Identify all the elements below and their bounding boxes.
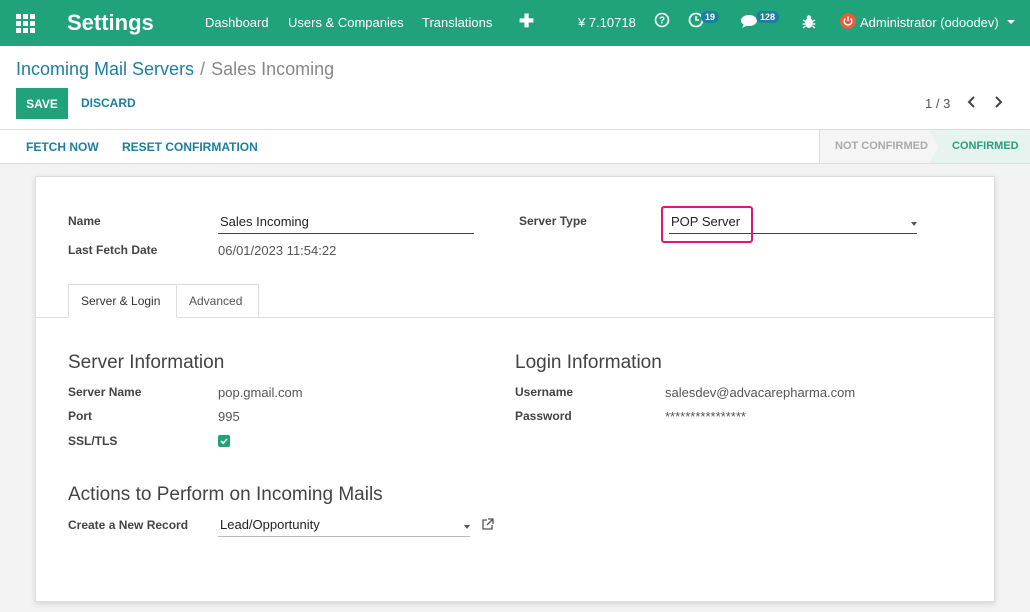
status-bar: FETCH NOW RESET CONFIRMATION NOT CONFIRM… [0, 129, 1030, 164]
stage-not-confirmed[interactable]: NOT CONFIRMED [819, 130, 929, 163]
last-fetch-value: 06/01/2023 11:54:22 [218, 243, 337, 258]
messages-badge: 128 [756, 11, 780, 23]
server-type-label: Server Type [519, 214, 587, 228]
form-sheet: Name Sales Incoming Last Fetch Date 06/0… [35, 176, 995, 602]
username-value[interactable]: salesdev@advacarepharma.com [665, 385, 855, 400]
password-value[interactable]: **************** [665, 409, 746, 424]
debug-bug-icon[interactable] [802, 14, 816, 32]
control-panel: Incoming Mail Servers / Sales Incoming SAV… [0, 46, 1030, 130]
breadcrumb-parent[interactable]: Incoming Mail Servers [16, 59, 194, 79]
port-label: Port [68, 409, 92, 423]
chevron-right-icon[interactable] [992, 95, 1004, 112]
create-record-select[interactable]: Lead/Opportunity [218, 517, 470, 537]
actions-title: Actions to Perform on Incoming Mails [68, 484, 383, 505]
ssl-label: SSL/TLS [68, 434, 118, 448]
username-label: Username [515, 385, 574, 399]
notebook-tabs: Server & Login Advanced [36, 284, 994, 318]
external-link-icon[interactable] [481, 518, 494, 534]
last-fetch-label: Last Fetch Date [68, 243, 158, 257]
chevron-down-icon[interactable] [1007, 20, 1015, 24]
menu-translations[interactable]: Translations [422, 15, 492, 30]
pager-value[interactable]: 1 / 3 [925, 96, 950, 111]
apps-menu-icon[interactable] [16, 14, 35, 33]
stage-arrow [929, 130, 938, 164]
password-label: Password [515, 409, 572, 423]
svg-text:?: ? [659, 16, 665, 27]
name-field[interactable]: Sales Incoming [218, 214, 474, 234]
top-navbar: Settings Dashboard Users & Companies Tra… [0, 0, 1030, 46]
tab-advanced[interactable]: Advanced [177, 284, 259, 318]
discard-button[interactable]: DISCARD [81, 96, 136, 110]
menu-dashboard[interactable]: Dashboard [205, 15, 269, 30]
app-title: Settings [67, 10, 154, 35]
save-button[interactable]: SAVE [16, 88, 68, 119]
user-menu[interactable]: Administrator (odoodev) [860, 15, 999, 30]
activity-badge: 19 [701, 11, 720, 23]
port-value[interactable]: 995 [218, 409, 240, 424]
power-icon [840, 13, 856, 29]
create-record-label: Create a New Record [68, 518, 189, 532]
name-label: Name [68, 214, 101, 228]
server-name-value[interactable]: pop.gmail.com [218, 385, 303, 400]
ssl-checkbox[interactable] [218, 435, 230, 447]
stage-confirmed[interactable]: CONFIRMED [929, 130, 1030, 163]
reset-confirmation-button[interactable]: RESET CONFIRMATION [122, 140, 258, 154]
breadcrumb: Incoming Mail Servers / Sales Incoming [16, 59, 335, 79]
chevron-left-icon[interactable] [966, 95, 978, 112]
caret-down-icon [911, 222, 917, 226]
menu-users-companies[interactable]: Users & Companies [288, 15, 404, 30]
server-info-title: Server Information [68, 352, 225, 373]
breadcrumb-current: Sales Incoming [211, 59, 335, 79]
highlight-box [661, 206, 753, 243]
plus-icon[interactable]: ✚ [519, 11, 534, 32]
tab-server-login[interactable]: Server & Login [68, 284, 177, 318]
help-icon[interactable]: ? [654, 12, 670, 31]
login-info-title: Login Information [515, 352, 662, 373]
currency-rate[interactable]: ¥ 7.10718 [578, 15, 636, 30]
fetch-now-button[interactable]: FETCH NOW [26, 140, 99, 154]
caret-down-icon [464, 525, 470, 529]
server-name-label: Server Name [68, 385, 142, 399]
